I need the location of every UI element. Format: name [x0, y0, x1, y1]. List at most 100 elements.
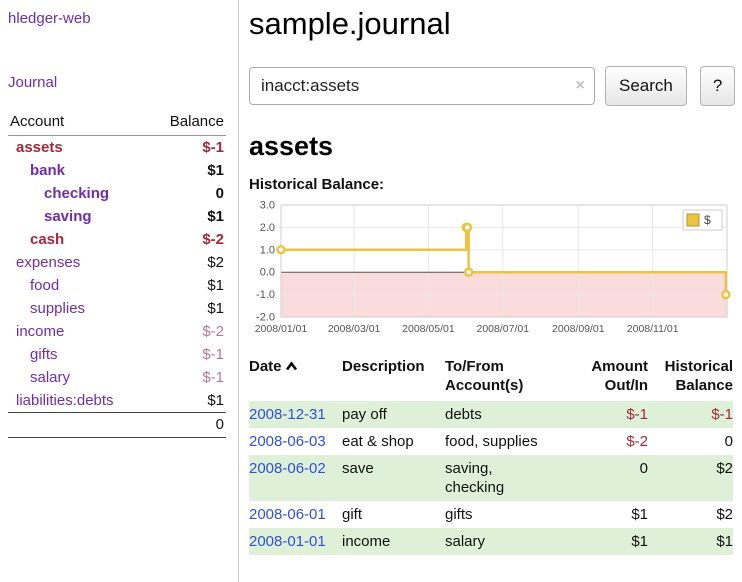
register-amount: $-1: [572, 401, 648, 428]
register-row: 2008-12-31 pay off debts $-1 $-1: [249, 401, 733, 428]
svg-text:-2.0: -2.0: [256, 312, 275, 324]
sidebar: hledger-web Journal Account Balance asse…: [0, 0, 239, 582]
register-balance: $2: [648, 501, 733, 528]
accounts-total-value: 0: [149, 413, 227, 438]
account-link-saving[interactable]: saving: [44, 208, 92, 225]
register-balance: $-1: [648, 401, 733, 428]
account-balance: $-2: [149, 228, 227, 251]
account-link-assets[interactable]: assets: [16, 139, 63, 156]
search-input[interactable]: [249, 67, 595, 105]
register-balance: 0: [648, 428, 733, 455]
account-link-income[interactable]: income: [16, 323, 64, 340]
account-link-checking[interactable]: checking: [44, 185, 109, 202]
register-amount: $1: [572, 528, 648, 555]
account-link-salary[interactable]: salary: [30, 369, 70, 386]
chart-title: Historical Balance:: [249, 176, 735, 193]
svg-text:$: $: [704, 213, 711, 227]
account-link-expenses[interactable]: expenses: [16, 254, 80, 271]
register-date-link[interactable]: 2008-06-03: [249, 433, 326, 450]
svg-text:2008/01/01: 2008/01/01: [255, 323, 308, 335]
account-link-bank[interactable]: bank: [30, 162, 65, 179]
account-balance: $-1: [149, 343, 227, 366]
account-row: supplies $1: [8, 297, 226, 320]
account-balance: $-1: [149, 136, 227, 160]
svg-text:3.0: 3.0: [260, 200, 275, 212]
register-row: 2008-06-03 eat & shop food, supplies $-2…: [249, 428, 733, 455]
search-box: ×: [249, 67, 595, 105]
account-row: cash $-2: [8, 228, 226, 251]
account-balance: $-2: [149, 320, 227, 343]
register-description: eat & shop: [342, 428, 445, 455]
col-header-description: Description: [342, 357, 445, 401]
col-date-label[interactable]: Date: [249, 358, 282, 375]
accounts-header-balance: Balance: [149, 111, 227, 136]
register-accounts: salary: [445, 528, 572, 555]
svg-text:0.0: 0.0: [260, 267, 275, 279]
help-button[interactable]: ?: [700, 66, 735, 106]
register-date-link[interactable]: 2008-01-01: [249, 533, 326, 550]
accounts-header-account: Account: [8, 111, 149, 136]
col-header-date[interactable]: Date: [249, 357, 342, 401]
register-row: 2008-01-01 income salary $1 $1: [249, 528, 733, 555]
register-description: income: [342, 528, 445, 555]
account-row: income $-2: [8, 320, 226, 343]
svg-text:-1.0: -1.0: [256, 289, 275, 301]
register-description: gift: [342, 501, 445, 528]
svg-text:2008/05/01: 2008/05/01: [402, 323, 455, 335]
nav-journal-link[interactable]: Journal: [8, 74, 226, 91]
register-description: save: [342, 455, 445, 501]
svg-text:2008/03/01: 2008/03/01: [328, 323, 381, 335]
register-date-link[interactable]: 2008-12-31: [249, 406, 326, 423]
account-balance: $1: [149, 205, 227, 228]
account-balance: $1: [149, 297, 227, 320]
register-accounts: gifts: [445, 501, 572, 528]
account-row: bank $1: [8, 159, 226, 182]
register-amount: 0: [572, 455, 648, 501]
account-link-cash[interactable]: cash: [30, 231, 64, 248]
register-date-link[interactable]: 2008-06-02: [249, 460, 326, 477]
account-row: food $1: [8, 274, 226, 297]
svg-text:2008/07/01: 2008/07/01: [477, 323, 530, 335]
register-balance: $2: [648, 455, 733, 501]
account-link-liabilities-debts[interactable]: liabilities:debts: [16, 392, 114, 409]
account-link-gifts[interactable]: gifts: [30, 346, 58, 363]
register-accounts: food, supplies: [445, 428, 572, 455]
accounts-header-row: Account Balance: [8, 111, 226, 136]
app-title-link[interactable]: hledger-web: [8, 10, 226, 27]
account-balance: $1: [149, 274, 227, 297]
account-heading: assets: [249, 131, 735, 162]
svg-text:2008/11/01: 2008/11/01: [627, 323, 679, 335]
page-title: sample.journal: [249, 6, 735, 42]
account-link-food[interactable]: food: [30, 277, 59, 294]
clear-search-icon[interactable]: ×: [576, 76, 585, 96]
register-row: 2008-06-01 gift gifts $1 $2: [249, 501, 733, 528]
search-button[interactable]: Search: [605, 66, 687, 106]
account-row: assets $-1: [8, 136, 226, 160]
register-amount: $-2: [572, 428, 648, 455]
register-row: 2008-06-02 save saving, checking 0 $2: [249, 455, 733, 501]
col-header-balance: Historical Balance: [648, 357, 733, 401]
account-link-supplies[interactable]: supplies: [30, 300, 85, 317]
search-form: × Search ?: [249, 66, 735, 106]
register-amount: $1: [572, 501, 648, 528]
account-row: checking 0: [8, 182, 226, 205]
account-row: salary $-1: [8, 366, 226, 389]
register-table: Date Description To/From Account(s) Amou…: [249, 357, 733, 555]
account-balance: 0: [149, 182, 227, 205]
historical-balance-chart: 3.02.01.00.0-1.0-2.02008/01/012008/03/01…: [249, 200, 733, 341]
sort-ascending-icon[interactable]: [285, 361, 298, 372]
svg-text:1.0: 1.0: [260, 244, 275, 256]
account-row: liabilities:debts $1: [8, 389, 226, 413]
svg-text:2008/09/01: 2008/09/01: [552, 323, 605, 335]
account-balance: $1: [149, 159, 227, 182]
register-header-row: Date Description To/From Account(s) Amou…: [249, 357, 733, 401]
register-description: pay off: [342, 401, 445, 428]
account-balance: $2: [149, 251, 227, 274]
register-accounts: debts: [445, 401, 572, 428]
page: hledger-web Journal Account Balance asse…: [0, 0, 742, 582]
register-accounts: saving, checking: [445, 455, 572, 501]
col-header-amount: Amount Out/In: [572, 357, 648, 401]
account-row: saving $1: [8, 205, 226, 228]
register-date-link[interactable]: 2008-06-01: [249, 506, 326, 523]
account-balance: $-1: [149, 366, 227, 389]
